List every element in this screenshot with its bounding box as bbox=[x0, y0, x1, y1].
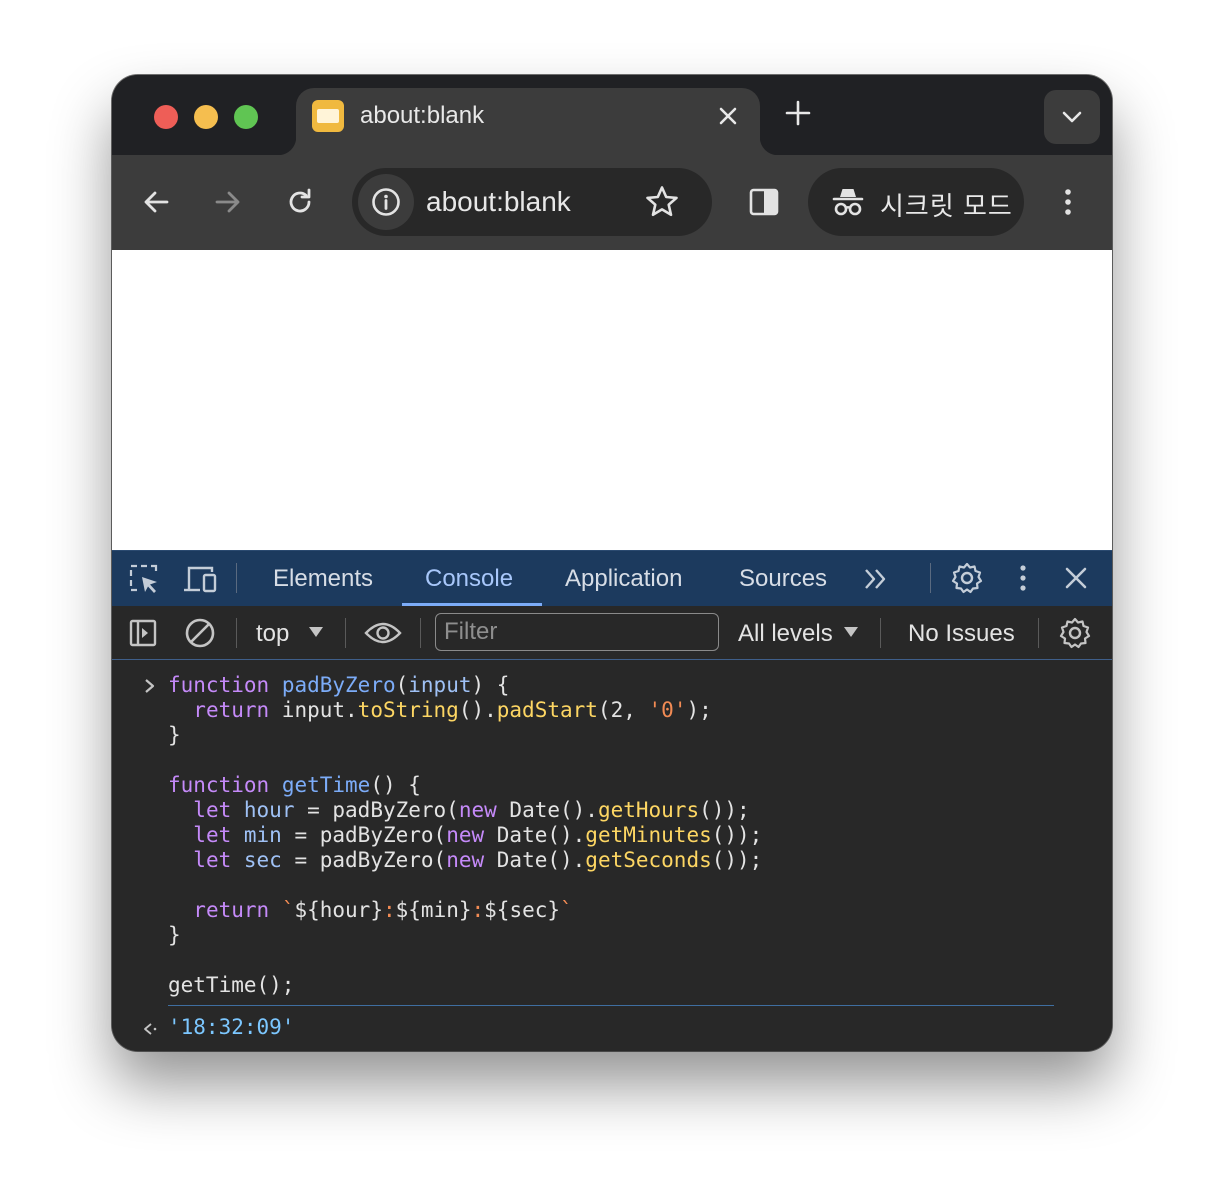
tab-title: about:blank bbox=[360, 102, 485, 129]
code-line: return `${hour}:${min}:${sec}` bbox=[168, 898, 762, 923]
code-line-text: let hour = padByZero(new Date().getHours… bbox=[193, 798, 750, 822]
console-panel[interactable]: function padByZero(input) { return input… bbox=[112, 660, 1112, 1051]
close-window-button[interactable] bbox=[154, 105, 178, 129]
address-bar[interactable]: about:blank bbox=[352, 168, 712, 236]
code-line-text: } bbox=[168, 923, 181, 947]
console-output-value[interactable]: '18:32:09' bbox=[168, 1015, 294, 1039]
code-line: } bbox=[168, 923, 762, 948]
incognito-indicator[interactable]: 시크릿 모드 bbox=[808, 168, 1024, 236]
issues-counter[interactable]: No Issues bbox=[908, 620, 1015, 648]
code-line-text: return input.toString().padStart(2, '0')… bbox=[193, 698, 712, 722]
code-line-text: } bbox=[168, 723, 181, 747]
back-arrow-icon[interactable] bbox=[139, 185, 173, 219]
code-line-text: return `${hour}:${min}:${sec}` bbox=[193, 898, 573, 922]
site-info-button[interactable] bbox=[358, 174, 414, 230]
incognito-label: 시크릿 모드 bbox=[880, 191, 1013, 221]
reload-icon[interactable] bbox=[283, 185, 317, 219]
code-line: return input.toString().padStart(2, '0')… bbox=[168, 698, 762, 723]
code-line-text: function padByZero(input) { bbox=[168, 673, 510, 697]
toolbar-separator bbox=[236, 563, 237, 593]
tab-application[interactable]: Application bbox=[565, 565, 682, 593]
clear-console-icon[interactable] bbox=[184, 617, 216, 649]
close-devtools-icon[interactable] bbox=[1062, 564, 1090, 592]
console-settings-gear-icon[interactable] bbox=[1058, 616, 1092, 650]
code-line-text: let min = padByZero(new Date().getMinute… bbox=[193, 823, 763, 847]
address-url[interactable]: about:blank bbox=[426, 186, 571, 218]
tab-elements[interactable]: Elements bbox=[273, 565, 373, 593]
toolbar-separator bbox=[1038, 618, 1039, 648]
bookmark-star-icon[interactable] bbox=[644, 184, 680, 220]
page-viewport bbox=[112, 250, 1112, 550]
toolbar-separator bbox=[236, 618, 237, 648]
forward-arrow-icon[interactable] bbox=[211, 185, 245, 219]
toolbar-separator bbox=[930, 563, 931, 593]
toolbar-separator bbox=[345, 618, 346, 648]
code-line-text: let sec = padByZero(new Date().getSecond… bbox=[193, 848, 763, 872]
sidebar-toggle-icon[interactable] bbox=[128, 618, 158, 648]
toolbar-separator bbox=[880, 618, 881, 648]
more-tabs-chevrons-icon[interactable] bbox=[862, 565, 890, 593]
page-favicon-icon bbox=[312, 100, 344, 132]
input-prompt-chevron-icon bbox=[145, 679, 155, 693]
settings-gear-icon[interactable] bbox=[950, 561, 984, 595]
console-toolbar: top All levels No Issues bbox=[112, 606, 1112, 660]
close-tab-icon[interactable] bbox=[714, 102, 742, 130]
code-line: function getTime() { bbox=[168, 773, 762, 798]
side-panel-icon[interactable] bbox=[747, 185, 781, 219]
output-return-arrow-icon bbox=[144, 1023, 157, 1035]
devtools-menu-kebab-icon[interactable] bbox=[1009, 562, 1037, 594]
code-line-text: function getTime() { bbox=[168, 773, 421, 797]
code-line: function padByZero(input) { bbox=[168, 673, 762, 698]
context-dropdown-arrow-icon[interactable] bbox=[308, 626, 324, 638]
tab-sources[interactable]: Sources bbox=[739, 565, 827, 593]
tab-search-button[interactable] bbox=[1044, 90, 1100, 144]
tab-console[interactable]: Console bbox=[425, 565, 513, 593]
chevron-down-icon bbox=[1062, 111, 1082, 123]
device-toolbar-icon[interactable] bbox=[182, 563, 218, 595]
maximize-window-button[interactable] bbox=[234, 105, 258, 129]
browser-toolbar: about:blank 시크릿 모드 bbox=[112, 155, 1112, 250]
code-line: } bbox=[168, 723, 762, 748]
browser-window: about:blank about:blank 시크릿 모드 Elements … bbox=[112, 75, 1112, 1051]
console-input-code[interactable]: function padByZero(input) { return input… bbox=[168, 673, 762, 998]
code-line: let hour = padByZero(new Date().getHours… bbox=[168, 798, 762, 823]
code-line-text: getTime(); bbox=[168, 973, 295, 997]
minimize-window-button[interactable] bbox=[194, 105, 218, 129]
toolbar-separator bbox=[420, 618, 421, 648]
new-tab-icon[interactable] bbox=[784, 99, 812, 127]
log-levels-dropdown[interactable]: All levels bbox=[738, 620, 833, 648]
devtools-tab-bar: Elements Console Application Sources bbox=[112, 550, 1112, 606]
console-filter-input[interactable] bbox=[435, 613, 719, 651]
code-line: let min = padByZero(new Date().getMinute… bbox=[168, 823, 762, 848]
browser-tab[interactable]: about:blank bbox=[278, 88, 778, 155]
output-separator bbox=[168, 1005, 1054, 1006]
code-line: let sec = padByZero(new Date().getSecond… bbox=[168, 848, 762, 873]
info-icon bbox=[372, 188, 400, 216]
code-line: getTime(); bbox=[168, 973, 762, 998]
tab-strip: about:blank bbox=[112, 75, 1112, 155]
levels-dropdown-arrow-icon[interactable] bbox=[843, 626, 859, 638]
incognito-icon bbox=[832, 189, 864, 216]
inspect-element-icon[interactable] bbox=[128, 563, 160, 595]
context-selector-label[interactable]: top bbox=[256, 620, 289, 648]
live-expression-eye-icon[interactable] bbox=[364, 619, 402, 647]
menu-kebab-icon[interactable] bbox=[1051, 185, 1085, 219]
